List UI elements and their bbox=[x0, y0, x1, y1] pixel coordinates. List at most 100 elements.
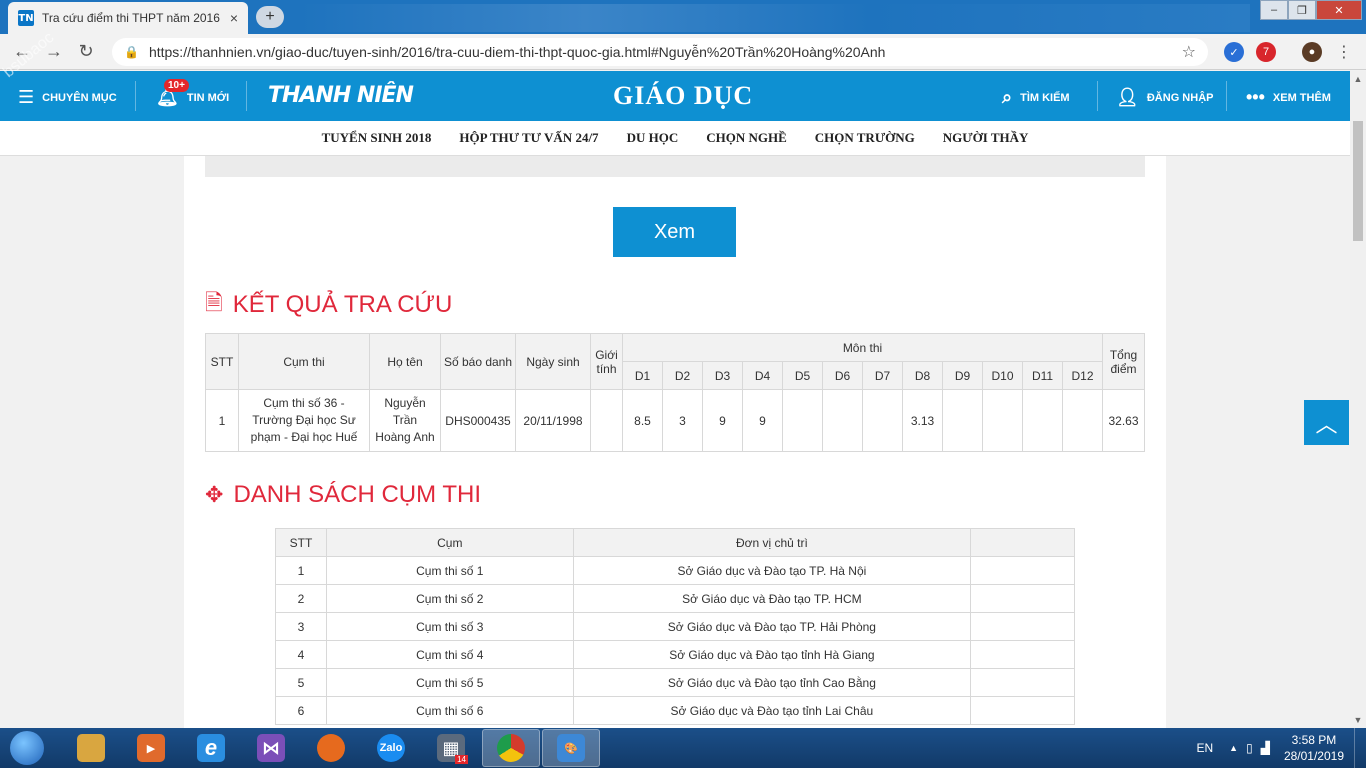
latest-news-label: TIN MỚI bbox=[186, 91, 230, 104]
cell-host: Sở Giáo dục và Đào tạo tỉnh Cao Bằng bbox=[572, 668, 972, 697]
category-menu-label: CHUYÊN MỤC bbox=[42, 91, 117, 104]
cell-score: 8.5 bbox=[622, 389, 663, 452]
page-scrollbar[interactable]: ▲ ▼ bbox=[1350, 71, 1366, 728]
more-button[interactable]: ••• XEM THÊM bbox=[1246, 87, 1331, 108]
taskbar-visual-studio[interactable]: ⋈ bbox=[242, 729, 300, 767]
table-row: 6 Cụm thi số 6 Sở Giáo dục và Đào tạo tỉ… bbox=[275, 696, 1075, 725]
subject-code: D10 bbox=[982, 361, 1023, 390]
cluster-list-heading: ✥ DANH SÁCH CỤM THI bbox=[205, 481, 481, 509]
firefox-icon bbox=[317, 734, 345, 762]
maximize-button[interactable]: ❐ bbox=[1288, 0, 1316, 20]
url-text: https://thanhnien.vn/giao-duc/tuyen-sinh… bbox=[148, 44, 886, 60]
col-gender: Giới tính bbox=[590, 333, 623, 390]
taskbar-media-player[interactable]: ▶ bbox=[122, 729, 180, 767]
subject-code: D2 bbox=[662, 361, 703, 390]
window-controls: – ❐ ✕ bbox=[1260, 0, 1362, 20]
news-count-badge: 10+ bbox=[164, 79, 189, 92]
login-button[interactable]: 👤︎ ĐĂNG NHẬP bbox=[1116, 87, 1213, 108]
cell-host: Sở Giáo dục và Đào tạo TP. Hà Nội bbox=[572, 556, 972, 585]
language-indicator[interactable]: EN bbox=[1197, 741, 1214, 755]
cell-score bbox=[862, 389, 903, 452]
header-divider bbox=[135, 81, 136, 111]
close-window-button[interactable]: ✕ bbox=[1316, 0, 1362, 20]
view-result-button[interactable]: Xem bbox=[613, 207, 736, 257]
windows-taskbar: ▶ e ⋈ Zalo ▦ 14 🎨 EN ▲ ▯ ▟ 3:58 PM 28/01… bbox=[0, 728, 1366, 768]
address-bar[interactable]: 🔒 https://thanhnien.vn/giao-duc/tuyen-si… bbox=[112, 38, 1208, 66]
taskbar-file-explorer[interactable] bbox=[62, 729, 120, 767]
table-row: 5 Cụm thi số 5 Sở Giáo dục và Đào tạo tỉ… bbox=[275, 668, 1075, 697]
bookmark-star-icon[interactable]: ☆ bbox=[1182, 42, 1196, 62]
category-menu-button[interactable]: ☰ CHUYÊN MỤC bbox=[18, 87, 117, 108]
tray-expand-icon[interactable]: ▲ bbox=[1229, 743, 1238, 753]
scroll-to-top-button[interactable]: ︿ bbox=[1304, 400, 1349, 445]
cell-score bbox=[1062, 389, 1103, 452]
table-row: 3 Cụm thi số 3 Sở Giáo dục và Đào tạo TP… bbox=[275, 612, 1075, 641]
subject-code: D1 bbox=[622, 361, 663, 390]
clock-date: 28/01/2019 bbox=[1283, 749, 1344, 763]
taskbar-paint[interactable]: 🎨 bbox=[542, 729, 600, 767]
network-warning-icon[interactable]: ▟ bbox=[1261, 741, 1270, 755]
taskbar-firefox[interactable] bbox=[302, 729, 360, 767]
header-divider bbox=[246, 81, 247, 111]
taskbar-chrome[interactable] bbox=[482, 729, 540, 767]
result-table: STT Cụm thi Họ tên Số báo danh Ngày sinh… bbox=[205, 333, 1145, 452]
subnav-item[interactable]: CHỌN NGHỀ bbox=[706, 130, 787, 146]
taskbar-zalo[interactable]: Zalo bbox=[362, 729, 420, 767]
cell-stt: 1 bbox=[205, 389, 239, 452]
subnav-item[interactable]: NGƯỜI THẦY bbox=[943, 130, 1029, 146]
col-extra bbox=[970, 528, 1075, 557]
document-icon: 🗎 bbox=[205, 290, 223, 315]
site-logo[interactable]: THANH NIÊN bbox=[268, 83, 414, 108]
cell-cluster: Cụm thi số 1 bbox=[325, 556, 574, 585]
site-favicon-icon: TN bbox=[18, 10, 34, 26]
taskbar-calculator[interactable]: ▦ 14 bbox=[422, 729, 480, 767]
search-button[interactable]: ⌕ TÌM KIẾM bbox=[1002, 87, 1070, 108]
tab-title: Tra cứu điểm thi THPT năm 2016 bbox=[42, 11, 220, 25]
tab-close-icon[interactable]: × bbox=[230, 10, 238, 26]
taskbar-internet-explorer[interactable]: e bbox=[182, 729, 240, 767]
browser-tab[interactable]: TN Tra cứu điểm thi THPT năm 2016 × bbox=[8, 2, 248, 34]
new-tab-button[interactable]: + bbox=[256, 6, 284, 28]
browser-menu-icon[interactable]: ⋮ bbox=[1334, 42, 1354, 62]
notification-extension-icon[interactable]: 7 bbox=[1256, 42, 1276, 62]
cell-stt: 1 bbox=[275, 556, 327, 585]
cell-id: DHS000435 bbox=[440, 389, 516, 452]
cell-cluster: Cụm thi số 36 - Trường Đại học Sư phạm -… bbox=[238, 389, 370, 452]
shield-extension-icon[interactable]: ✓ bbox=[1224, 42, 1244, 62]
cell-cluster: Cụm thi số 5 bbox=[325, 668, 574, 697]
show-desktop-button[interactable] bbox=[1354, 728, 1366, 768]
minimize-button[interactable]: – bbox=[1260, 0, 1288, 20]
move-arrows-icon: ✥ bbox=[205, 482, 224, 507]
cell-score bbox=[982, 389, 1023, 452]
cell-stt: 6 bbox=[275, 696, 327, 725]
user-icon: 👤︎ bbox=[1116, 87, 1139, 107]
device-icon[interactable]: ▯ bbox=[1246, 741, 1253, 755]
cluster-table: STT Cụm Đơn vị chủ trì 1 Cụm thi số 1 Sở… bbox=[275, 528, 1075, 725]
subnav-item[interactable]: CHỌN TRƯỜNG bbox=[815, 130, 915, 146]
search-icon: ⌕ bbox=[1002, 87, 1013, 107]
scroll-down-arrow-icon[interactable]: ▼ bbox=[1350, 712, 1366, 728]
subnav-item[interactable]: TUYỂN SINH 2018 bbox=[322, 130, 432, 146]
subject-code: D6 bbox=[822, 361, 863, 390]
lock-icon: 🔒 bbox=[124, 45, 139, 59]
cell-score bbox=[782, 389, 823, 452]
cell-cluster: Cụm thi số 2 bbox=[325, 584, 574, 613]
hamburger-menu-icon: ☰ bbox=[18, 87, 35, 107]
header-divider bbox=[1226, 81, 1227, 111]
subnav-item[interactable]: HỘP THƯ TƯ VẤN 24/7 bbox=[459, 130, 598, 146]
subnav-item[interactable]: DU HỌC bbox=[627, 130, 679, 146]
clock[interactable]: 3:58 PM 28/01/2019 bbox=[1284, 732, 1344, 764]
windows-logo-icon bbox=[10, 731, 44, 765]
scroll-up-arrow-icon[interactable]: ▲ bbox=[1350, 71, 1366, 87]
calculator-badge: 14 bbox=[455, 755, 468, 764]
profile-avatar-icon[interactable]: ● bbox=[1302, 42, 1322, 62]
scrollbar-thumb[interactable] bbox=[1353, 121, 1363, 241]
cell-score: 3.13 bbox=[902, 389, 943, 452]
browser-tabstrip: TN Tra cứu điểm thi THPT năm 2016 × + – … bbox=[0, 0, 1366, 34]
reload-icon[interactable]: ↻ bbox=[70, 41, 102, 62]
col-dob: Ngày sinh bbox=[515, 333, 591, 390]
cell-cluster: Cụm thi số 3 bbox=[325, 612, 574, 641]
cell-extra bbox=[970, 696, 1075, 725]
chevron-up-icon: ︿ bbox=[1315, 411, 1338, 437]
start-button[interactable] bbox=[0, 728, 54, 768]
